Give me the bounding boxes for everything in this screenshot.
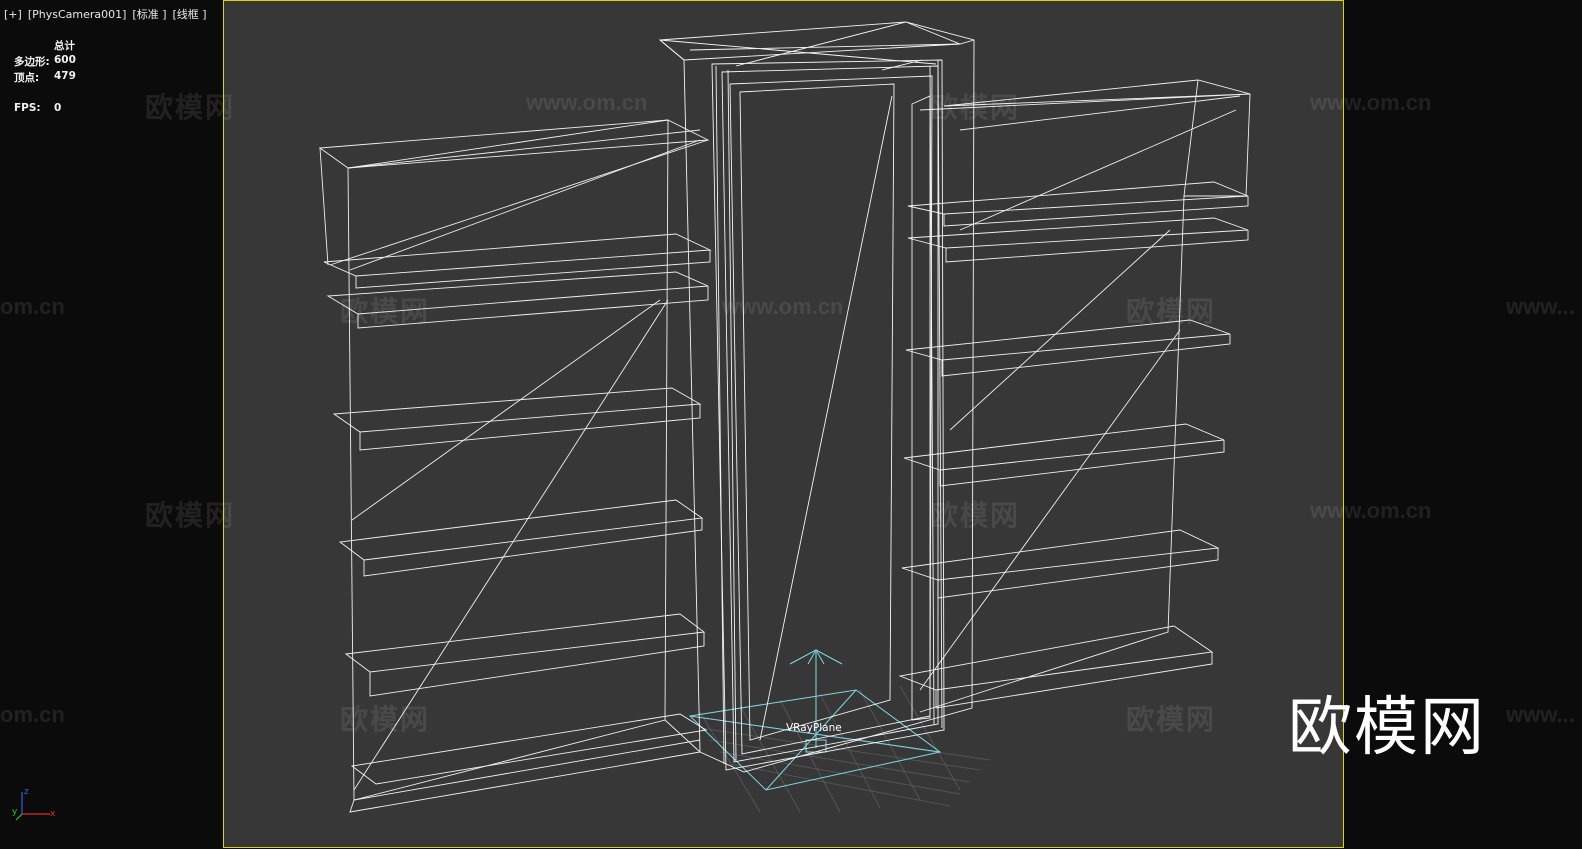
right-shelf-unit[interactable] [898,79,1251,713]
axis-gizmo-icon: x z y [12,787,56,821]
axis-z-label: z [24,787,29,797]
left-shelf-unit[interactable] [318,119,712,813]
brand-watermark-logo: 欧模网 [1288,691,1486,765]
vray-plane-label: VRayPlane [786,722,842,734]
axis-x-label: x [50,809,56,819]
center-mirror-frame[interactable] [658,21,975,773]
axis-y-label: y [12,807,18,817]
